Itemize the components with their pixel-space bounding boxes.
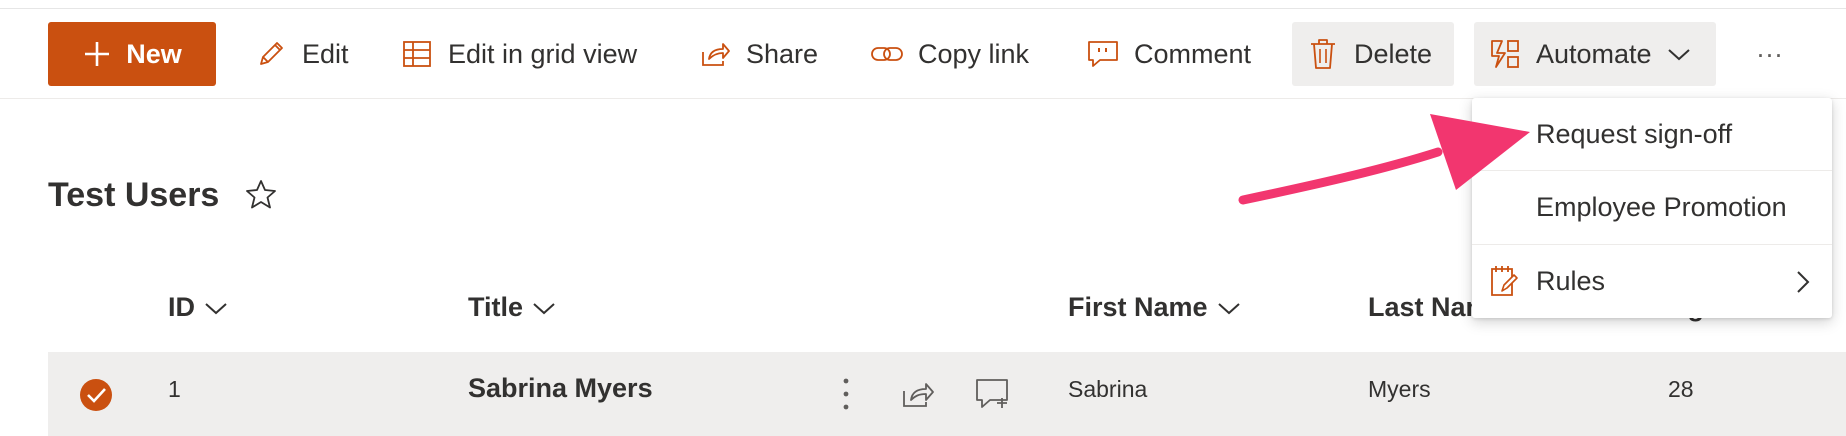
chevron-down-icon <box>1217 302 1240 314</box>
cell-title-link[interactable]: Sabrina Myers <box>468 373 653 404</box>
table-row[interactable] <box>48 352 1846 436</box>
chevron-down-icon <box>533 302 555 314</box>
column-header-first-name[interactable]: First Name <box>1068 292 1242 323</box>
cell-first-name: Sabrina <box>1068 376 1148 402</box>
automate-button[interactable]: Automate <box>1474 22 1716 86</box>
menu-item-rules[interactable]: Rules <box>1472 245 1832 317</box>
edit-button[interactable]: Edit <box>254 22 349 86</box>
edit-grid-view-button[interactable]: Edit in grid view <box>400 22 637 86</box>
more-options-button[interactable]: ··· <box>1756 22 1783 86</box>
column-label: ID <box>168 292 195 322</box>
pencil-icon <box>254 37 288 71</box>
comment-icon <box>1086 37 1120 71</box>
delete-button[interactable]: Delete <box>1292 22 1454 86</box>
comment-label: Comment <box>1134 38 1252 69</box>
new-button-label: New <box>126 38 182 69</box>
delete-label: Delete <box>1354 38 1433 69</box>
edit-label: Edit <box>302 38 349 69</box>
more-label: ··· <box>1756 38 1783 69</box>
cell-id: 1 <box>168 376 181 402</box>
grid-icon <box>400 37 434 71</box>
row-share-icon[interactable] <box>900 376 936 412</box>
automate-flow-icon <box>1488 37 1522 71</box>
chevron-down-icon <box>205 302 227 314</box>
favorite-star-icon[interactable] <box>244 178 278 212</box>
automate-label: Automate <box>1536 38 1652 69</box>
plus-icon <box>82 39 112 69</box>
menu-item-label: Request sign-off <box>1536 118 1733 149</box>
copy-link-button[interactable]: Copy link <box>870 22 1029 86</box>
share-icon <box>698 37 732 71</box>
cell-last-name: Myers <box>1368 376 1431 402</box>
rules-notepad-icon <box>1488 265 1520 306</box>
column-header-title[interactable]: Title <box>468 292 557 323</box>
row-more-actions-icon[interactable] <box>836 374 856 414</box>
comment-button[interactable]: Comment <box>1086 22 1251 86</box>
chevron-down-icon <box>1666 45 1692 63</box>
column-label: Title <box>468 292 524 322</box>
top-divider <box>0 8 1846 9</box>
row-selected-check-icon[interactable] <box>79 378 113 412</box>
annotation-arrow <box>1238 114 1530 205</box>
menu-item-label: Employee Promotion <box>1536 191 1787 222</box>
cell-age: 28 <box>1668 376 1694 402</box>
menu-item-label: Rules <box>1536 265 1606 296</box>
column-label: First Name <box>1068 292 1208 322</box>
row-comment-add-icon[interactable] <box>974 376 1012 412</box>
chevron-right-icon <box>1794 269 1812 302</box>
new-button[interactable]: New <box>48 22 216 86</box>
page-title: Test Users <box>48 176 220 214</box>
trash-icon <box>1306 37 1340 71</box>
edit-grid-label: Edit in grid view <box>448 38 638 69</box>
column-header-id[interactable]: ID <box>168 292 229 323</box>
link-icon <box>870 37 904 71</box>
share-button[interactable]: Share <box>698 22 818 86</box>
share-label: Share <box>746 38 819 69</box>
copy-link-label: Copy link <box>918 38 1030 69</box>
